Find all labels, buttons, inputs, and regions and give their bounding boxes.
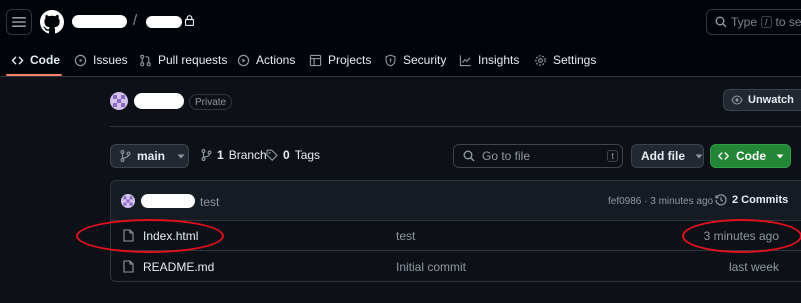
breadcrumb-separator: / [133, 12, 138, 29]
branch-count: 1 [217, 148, 224, 162]
pull-request-icon [140, 54, 151, 66]
commit-hash-time[interactable]: fef0986 · 3 minutes ago [608, 196, 713, 207]
tab-issues[interactable]: Issues [74, 50, 128, 70]
github-logo-icon[interactable] [40, 10, 64, 34]
visibility-badge: Private [189, 94, 233, 110]
file-commit-time: last week [728, 260, 779, 274]
tab-insights[interactable]: Insights [459, 50, 519, 70]
tab-pull-requests[interactable]: Pull requests [139, 50, 227, 70]
file-name[interactable]: README.md [143, 260, 214, 274]
tab-label: Insights [478, 53, 520, 67]
commit-author-avatar[interactable] [121, 194, 135, 208]
branch-icon [201, 149, 212, 161]
repo-title-redacted [134, 93, 184, 109]
commit-author-redacted[interactable] [141, 194, 195, 208]
issue-icon [74, 54, 87, 66]
menu-button[interactable] [6, 9, 32, 35]
branch-icon [120, 150, 131, 162]
search-icon [463, 150, 475, 162]
commits-link[interactable]: 2 Commits [715, 194, 788, 206]
file-commit-message[interactable]: test [396, 229, 415, 243]
tab-security[interactable]: Security [384, 50, 446, 70]
branches-link[interactable]: 1 Branch [201, 148, 267, 162]
repo-name-redacted[interactable] [146, 16, 182, 28]
section-divider [110, 126, 801, 127]
annotation-ellipse-filename [76, 219, 224, 253]
tab-label: Pull requests [158, 53, 228, 67]
tab-label: Security [403, 53, 447, 67]
active-tab-indicator [6, 74, 62, 76]
tab-projects[interactable]: Projects [309, 50, 371, 70]
unwatch-label: Unwatch [748, 94, 794, 106]
tab-code[interactable]: Code [11, 50, 60, 70]
repo-owner-avatar[interactable] [110, 92, 128, 110]
annotation-ellipse-time [682, 219, 801, 253]
search-prefix: Type [731, 15, 758, 29]
search-icon [715, 16, 727, 28]
triangle-down-icon [695, 154, 703, 158]
code-button-label: Code [736, 149, 766, 163]
code-icon [11, 56, 24, 64]
triangle-down-icon [177, 154, 185, 158]
latest-commit-bar: test fef0986 · 3 minutes ago 2 Commits [111, 181, 801, 221]
branch-count-label: Branch [228, 148, 267, 162]
tag-icon [266, 149, 278, 161]
go-to-file-shortcut: t [607, 150, 618, 162]
tab-label: Code [30, 53, 60, 67]
code-icon [718, 152, 729, 160]
code-button[interactable]: Code [710, 144, 791, 168]
tab-actions[interactable]: Actions [237, 50, 295, 70]
play-icon [237, 54, 250, 66]
tag-count-label: Tags [294, 148, 321, 162]
go-to-file-input[interactable]: Go to file t [453, 144, 623, 168]
file-icon [123, 260, 134, 273]
file-row[interactable]: README.md Initial commit last week [111, 252, 801, 281]
lock-icon [185, 15, 194, 26]
branch-select-button[interactable]: main [110, 144, 189, 168]
branch-name: main [137, 149, 166, 163]
table-icon [309, 54, 322, 66]
search-suffix: to sea [775, 15, 801, 29]
tab-label: Settings [553, 53, 597, 67]
commit-message[interactable]: test [200, 195, 219, 209]
tab-settings[interactable]: Settings [534, 50, 596, 70]
file-commit-message[interactable]: Initial commit [396, 260, 466, 274]
shield-icon [385, 54, 396, 66]
tag-count: 0 [283, 148, 290, 162]
history-icon [715, 194, 727, 206]
tab-label: Actions [256, 53, 296, 67]
add-file-label: Add file [641, 149, 685, 163]
tab-label: Projects [328, 53, 372, 67]
owner-name-redacted[interactable] [72, 15, 127, 28]
commits-count: 2 Commits [732, 194, 789, 206]
add-file-button[interactable]: Add file [631, 144, 704, 168]
tab-label: Issues [93, 53, 128, 67]
search-shortcut-key: / [761, 16, 772, 28]
gear-icon [535, 54, 546, 66]
eye-icon [731, 95, 743, 105]
triangle-down-icon [776, 154, 784, 158]
graph-icon [459, 54, 471, 66]
hamburger-icon [12, 17, 26, 27]
tags-link[interactable]: 0 Tags [266, 148, 320, 162]
search-input[interactable]: Type / to sea [706, 9, 801, 35]
go-to-file-placeholder: Go to file [482, 149, 531, 163]
unwatch-button[interactable]: Unwatch 1 [723, 89, 801, 111]
